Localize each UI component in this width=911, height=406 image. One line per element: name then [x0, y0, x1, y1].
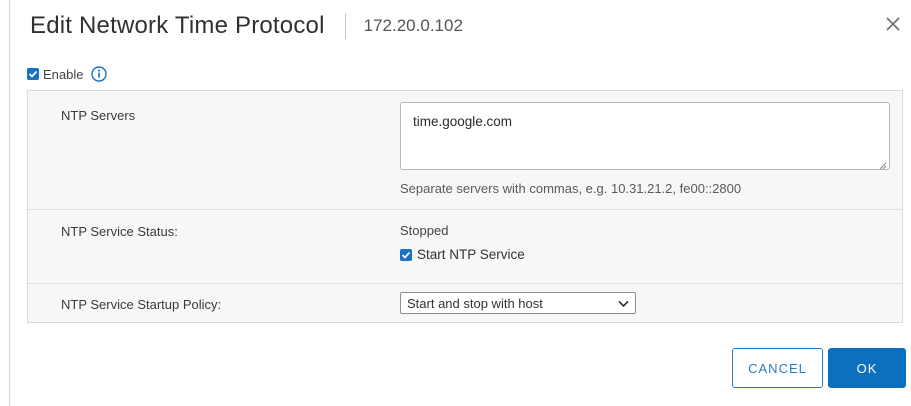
ntp-servers-value: time.google.com [413, 114, 513, 129]
info-icon[interactable] [91, 66, 108, 82]
ntp-policy-row: NTP Service Startup Policy: Start and st… [28, 283, 902, 324]
startup-policy-value: Start and stop with host [407, 295, 543, 311]
edit-ntp-dialog: Edit Network Time Protocol 172.20.0.102 … [0, 0, 911, 406]
start-ntp-service-label: Start NTP Service [417, 247, 525, 262]
ntp-status-row: NTP Service Status: Stopped Start NTP Se… [28, 209, 902, 283]
ntp-servers-helper: Separate servers with commas, e.g. 10.31… [400, 181, 742, 196]
title-divider [344, 13, 346, 39]
close-icon[interactable] [883, 14, 903, 34]
startup-policy-select[interactable]: Start and stop with host [400, 292, 636, 314]
enable-label: Enable [43, 66, 84, 82]
ntp-settings-panel: NTP Servers time.google.com Separate ser… [27, 90, 903, 323]
ntp-status-label: NTP Service Status: [61, 224, 178, 239]
dialog-title: Edit Network Time Protocol [30, 12, 325, 39]
host-address: 172.20.0.102 [363, 16, 463, 35]
ntp-policy-label: NTP Service Startup Policy: [61, 297, 222, 312]
ntp-servers-label: NTP Servers [61, 108, 136, 123]
ntp-status-value: Stopped [400, 223, 449, 238]
ntp-servers-input[interactable]: time.google.com [400, 102, 890, 170]
enable-row: Enable [27, 66, 108, 82]
start-ntp-service-row: Start NTP Service [400, 247, 525, 262]
enable-checkbox[interactable] [27, 68, 39, 80]
ntp-servers-row: NTP Servers time.google.com Separate ser… [28, 91, 902, 209]
cancel-button[interactable]: CANCEL [732, 348, 823, 388]
ok-button[interactable]: OK [828, 348, 906, 388]
resize-grip-icon[interactable] [878, 158, 887, 170]
dialog-border [9, 0, 10, 406]
chevron-down-icon [618, 296, 629, 311]
dialog-header: Edit Network Time Protocol 172.20.0.102 [30, 6, 463, 46]
start-ntp-service-checkbox[interactable] [400, 248, 412, 261]
